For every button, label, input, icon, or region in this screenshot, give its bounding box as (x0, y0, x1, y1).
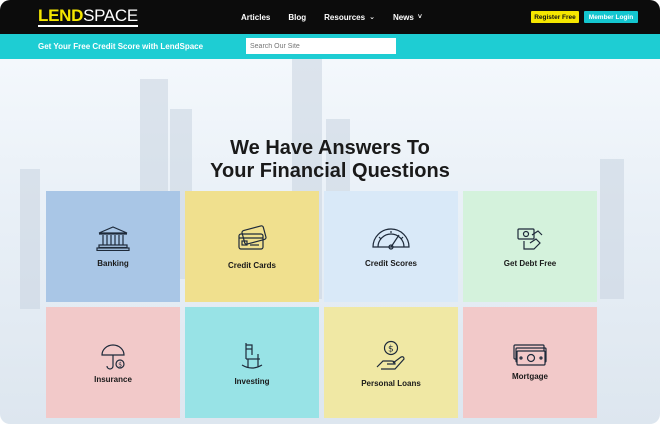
tile-label: Investing (234, 377, 270, 386)
category-tile-insurance[interactable]: $ Insurance (46, 307, 180, 418)
category-tile-get-debt-free[interactable]: Get Debt Free (463, 191, 597, 302)
svg-text:$: $ (388, 344, 394, 354)
tile-label: Get Debt Free (503, 259, 557, 268)
top-nav: LENDSPACE Articles Blog Resources ⌄ News ˅… (0, 0, 660, 34)
page: LENDSPACE Articles Blog Resources ⌄ News ˅… (0, 0, 660, 424)
money-stack-icon (513, 344, 547, 366)
category-tile-personal-loans[interactable]: $ Personal Loans (324, 307, 458, 418)
tile-label: Credit Cards (227, 261, 276, 270)
headline-line-2: Your Financial Questions (210, 160, 450, 182)
free-credit-score-link[interactable]: Get Your Free Credit Score with LendSpac… (38, 42, 203, 51)
nav-link-label: Articles (241, 12, 271, 22)
svg-text:$: $ (118, 361, 122, 368)
logo-underline (38, 25, 138, 27)
category-tile-credit-cards[interactable]: Credit Cards (185, 191, 319, 302)
nav-link-label: Resources (324, 12, 366, 22)
credit-card-icon (238, 225, 267, 250)
bank-icon (96, 226, 130, 251)
tile-label: Insurance (94, 375, 132, 384)
chevron-down-icon: ˅ (417, 13, 422, 21)
search-input[interactable] (246, 38, 396, 54)
logo[interactable]: LENDSPACE (38, 6, 138, 26)
umbrella-icon: $ (101, 344, 125, 370)
skyline-building (20, 169, 40, 309)
gauge-icon (372, 228, 410, 250)
nav-link-resources[interactable]: Resources ⌄ (324, 13, 375, 22)
tile-label: Credit Scores (364, 259, 418, 268)
sub-bar: Get Your Free Credit Score with LendSpac… (0, 34, 660, 59)
nav-link-articles[interactable]: Articles (241, 13, 270, 22)
nav-link-label: Blog (288, 12, 307, 22)
logo-lend: LEND (38, 6, 84, 25)
category-tile-investing[interactable]: Investing (185, 307, 319, 418)
tile-label: Personal Loans (361, 379, 421, 388)
rocking-chair-icon (241, 343, 263, 369)
nav-link-label: News (392, 12, 414, 22)
nav-links: Articles Blog Resources ⌄ News ˅ (241, 0, 440, 34)
nav-link-news[interactable]: News ˅ (393, 13, 422, 22)
debt-free-icon (517, 228, 543, 250)
page-headline: We Have Answers To Your Financial Questi… (0, 137, 660, 183)
category-tile-credit-scores[interactable]: Credit Scores (324, 191, 458, 302)
headline-line-1: We Have Answers To (230, 137, 430, 159)
tile-label: Mortgage (512, 372, 548, 381)
category-tile-banking[interactable]: Banking (46, 191, 180, 302)
tile-label: Banking (97, 259, 129, 268)
register-button[interactable]: Register Free (531, 11, 579, 23)
hand-coin-icon: $ (376, 340, 405, 370)
chevron-down-icon: ⌄ (369, 14, 375, 21)
nav-link-blog[interactable]: Blog (288, 13, 306, 22)
member-login-button[interactable]: Member Login (584, 11, 638, 23)
logo-space: SPACE (83, 6, 138, 25)
category-tile-mortgage[interactable]: Mortgage (463, 307, 597, 418)
